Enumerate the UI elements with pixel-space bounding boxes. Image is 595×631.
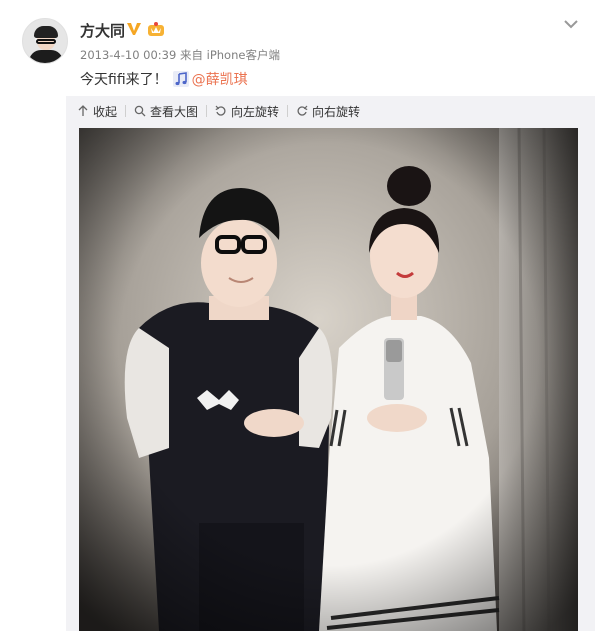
rotate-right-icon xyxy=(297,105,308,116)
collapse-button[interactable]: 收起 xyxy=(77,103,117,120)
source-prefix: 来自 xyxy=(179,48,203,62)
post-header: 方大同 2013-4-10 00:39 来自 iPhone客户端 今天fifi来… xyxy=(0,0,595,96)
mention-link[interactable]: @薛凯琪 xyxy=(192,69,248,89)
username[interactable]: 方大同 xyxy=(80,20,125,41)
view-large-button[interactable]: 查看大图 xyxy=(134,103,198,120)
view-large-label: 查看大图 xyxy=(150,104,199,119)
post-text: 今天fifi来了！ @薛凯琪 xyxy=(80,69,248,89)
magnifier-icon xyxy=(134,105,146,117)
collapse-label: 收起 xyxy=(93,104,118,119)
rotate-right-button[interactable]: 向右旋转 xyxy=(296,103,360,120)
music-note-icon xyxy=(172,71,189,87)
chevron-down-icon[interactable] xyxy=(563,18,579,30)
avatar[interactable] xyxy=(22,18,68,64)
post-meta: 2013-4-10 00:39 来自 iPhone客户端 xyxy=(80,47,280,63)
divider xyxy=(125,105,127,117)
divider xyxy=(287,105,289,117)
source-client[interactable]: iPhone客户端 xyxy=(207,48,280,62)
post-body: 今天fifi来了！ xyxy=(80,72,168,88)
post-photo[interactable] xyxy=(79,128,578,631)
member-crown-icon[interactable] xyxy=(147,21,165,37)
verified-icon xyxy=(127,23,141,35)
rotate-left-button[interactable]: 向左旋转 xyxy=(215,103,279,120)
media-toolbar: 收起 查看大图 向左旋转 向右旋转 xyxy=(66,96,595,126)
rotate-right-label: 向右旋转 xyxy=(312,104,361,119)
timestamp[interactable]: 2013-4-10 00:39 xyxy=(80,48,176,62)
media-panel: 收起 查看大图 向左旋转 向右旋转 xyxy=(66,96,595,631)
arrow-up-icon xyxy=(78,105,88,116)
rotate-left-label: 向左旋转 xyxy=(231,104,280,119)
divider xyxy=(206,105,208,117)
rotate-left-icon xyxy=(215,105,226,116)
